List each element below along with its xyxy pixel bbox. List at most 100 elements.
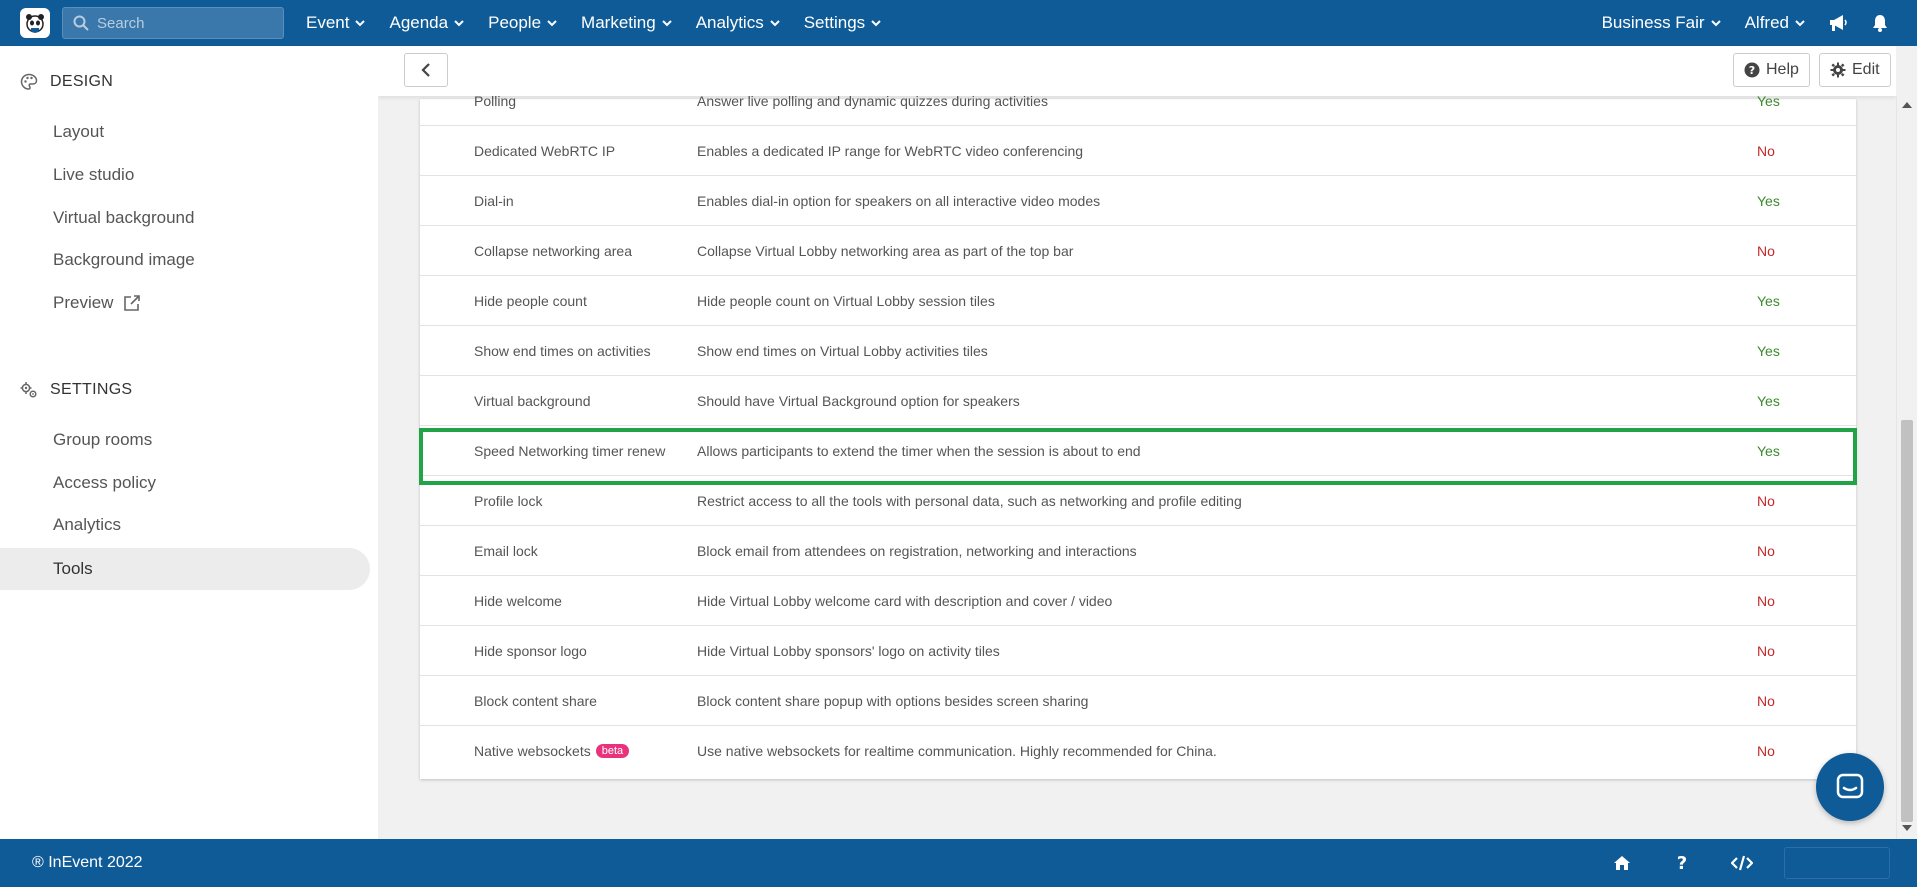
developer-button[interactable]	[1712, 839, 1772, 887]
help-label: Help	[1766, 61, 1799, 78]
chevron-down-icon	[355, 20, 366, 27]
question-icon: ?	[1677, 854, 1687, 872]
tool-name: Speed Networking timer renew	[474, 442, 666, 459]
search-input[interactable]	[97, 14, 267, 32]
sidebar-item-live-studio[interactable]: Live studio	[0, 154, 370, 196]
code-icon	[1731, 855, 1753, 871]
tool-description: Block content share popup with options b…	[697, 692, 1089, 709]
tool-name: Show end times on activities	[474, 342, 651, 359]
design-heading: DESIGN	[20, 73, 113, 91]
tool-name: Native websockets beta	[474, 743, 630, 759]
sidebar-item-virtual-background[interactable]: Virtual background	[0, 197, 370, 239]
home-button[interactable]	[1592, 839, 1652, 887]
nav-settings[interactable]: Settings	[804, 13, 881, 33]
tool-name: Dedicated WebRTC IP	[474, 142, 616, 159]
search-box[interactable]	[62, 7, 284, 39]
beta-badge: beta	[595, 744, 630, 758]
sidebar-item-analytics[interactable]: Analytics	[0, 504, 370, 546]
settings-heading-label: SETTINGS	[50, 381, 133, 398]
tool-description: Collapse Virtual Lobby networking area a…	[697, 242, 1074, 259]
tool-description: Use native websockets for realtime commu…	[697, 743, 1217, 759]
external-link-icon	[124, 295, 141, 311]
svg-text:?: ?	[1677, 854, 1687, 872]
scroll-up-arrow-icon[interactable]	[1902, 102, 1912, 108]
nav-people-label: People	[488, 13, 542, 32]
table-row[interactable]: Dedicated WebRTC IP Enables a dedicated …	[420, 126, 1856, 176]
chevron-down-icon	[547, 20, 557, 27]
event-selector[interactable]: Business Fair	[1590, 13, 1733, 33]
top-navbar: Event Agenda People Marketing Analytics …	[0, 0, 1917, 46]
bell-icon	[1873, 15, 1887, 32]
tool-description: Block email from attendees on registrati…	[697, 542, 1137, 559]
table-row[interactable]: Virtual background Should have Virtual B…	[420, 376, 1856, 426]
table-row[interactable]: Native websockets beta Use native websoc…	[420, 726, 1856, 776]
tool-description: Hide people count on Virtual Lobby sessi…	[697, 292, 995, 309]
sidebar-item-label: Layout	[53, 122, 105, 141]
tool-value: No	[1757, 492, 1775, 509]
chevron-down-icon	[454, 20, 464, 27]
chevron-down-icon	[770, 20, 780, 27]
sidebar-item-group-rooms[interactable]: Group rooms	[0, 419, 370, 461]
sidebar-item-access-policy[interactable]: Access policy	[0, 462, 370, 504]
chevron-down-icon	[661, 20, 672, 27]
nav-event[interactable]: Event	[306, 13, 366, 33]
tool-value: No	[1757, 642, 1775, 659]
footer: ® InEvent 2022 ?	[0, 839, 1917, 887]
sidebar-item-tools[interactable]: Tools	[0, 548, 370, 590]
help-center-button[interactable]: ?	[1652, 839, 1712, 887]
chat-launcher-button[interactable]	[1816, 753, 1884, 821]
chevron-down-icon	[1795, 20, 1805, 27]
settings-heading: SETTINGS	[20, 381, 132, 399]
tool-name: Dial-in	[474, 192, 514, 209]
sidebar-item-preview[interactable]: Preview	[0, 282, 370, 324]
tool-value: Yes	[1757, 292, 1780, 309]
nav-marketing[interactable]: Marketing	[581, 13, 672, 33]
table-row[interactable]: Email lock Block email from attendees on…	[420, 526, 1856, 576]
tool-name: Profile lock	[474, 492, 543, 509]
sidebar-item-background-image[interactable]: Background image	[0, 239, 370, 281]
question-circle-icon: ?	[1744, 62, 1760, 78]
help-button[interactable]: ? Help	[1733, 53, 1810, 87]
gears-icon	[20, 382, 37, 398]
nav-agenda[interactable]: Agenda	[389, 13, 464, 33]
tool-value: Yes	[1757, 192, 1780, 209]
footer-icons: ?	[1592, 839, 1772, 887]
sidebar-item-label: Preview	[53, 293, 114, 312]
tool-value: Yes	[1757, 342, 1780, 359]
table-row[interactable]: Hide people count Hide people count on V…	[420, 276, 1856, 326]
chevron-left-icon	[421, 63, 430, 77]
main-content: ? Help Edit Polling Answer live polling …	[378, 46, 1896, 839]
tool-description: Enables a dedicated IP range for WebRTC …	[697, 142, 1084, 159]
panda-logo-icon	[26, 14, 44, 33]
table-row[interactable]: Show end times on activities Show end ti…	[420, 326, 1856, 376]
sidebar-item-layout[interactable]: Layout	[0, 111, 370, 153]
nav-event-label: Event	[306, 13, 350, 32]
back-button[interactable]	[404, 53, 448, 87]
table-row[interactable]: Collapse networking area Collapse Virtua…	[420, 226, 1856, 276]
scroll-thumb[interactable]	[1901, 420, 1913, 822]
table-row-highlighted[interactable]: Speed Networking timer renew Allows part…	[420, 426, 1856, 476]
table-row[interactable]: Hide sponsor logo Hide Virtual Lobby spo…	[420, 626, 1856, 676]
scrollbar[interactable]	[1896, 96, 1917, 839]
user-name: Alfred	[1744, 13, 1789, 32]
inevent-logo[interactable]	[20, 8, 50, 38]
table-row[interactable]: Block content share Block content share …	[420, 676, 1856, 726]
nav-people[interactable]: People	[488, 13, 557, 33]
table-row[interactable]: Profile lock Restrict access to all the …	[420, 476, 1856, 526]
nav-analytics[interactable]: Analytics	[696, 13, 780, 33]
announcements-button[interactable]	[1817, 0, 1859, 46]
table-row[interactable]: Hide welcome Hide Virtual Lobby welcome …	[420, 576, 1856, 626]
main-nav: Event Agenda People Marketing Analytics …	[306, 13, 905, 33]
chevron-down-icon	[1710, 20, 1721, 27]
notifications-button[interactable]	[1859, 0, 1901, 46]
sidebar-item-label: Live studio	[53, 165, 135, 184]
user-menu[interactable]: Alfred	[1733, 13, 1817, 33]
scroll-down-arrow-icon[interactable]	[1902, 825, 1912, 831]
design-heading-label: DESIGN	[50, 73, 114, 90]
edit-button[interactable]: Edit	[1819, 53, 1891, 87]
table-row[interactable]: Dial-in Enables dial-in option for speak…	[420, 176, 1856, 226]
tool-description: Hide Virtual Lobby welcome card with des…	[697, 592, 1113, 609]
nav-analytics-label: Analytics	[695, 13, 764, 32]
nav-settings-label: Settings	[803, 13, 866, 32]
footer-language-box[interactable]	[1784, 847, 1890, 879]
